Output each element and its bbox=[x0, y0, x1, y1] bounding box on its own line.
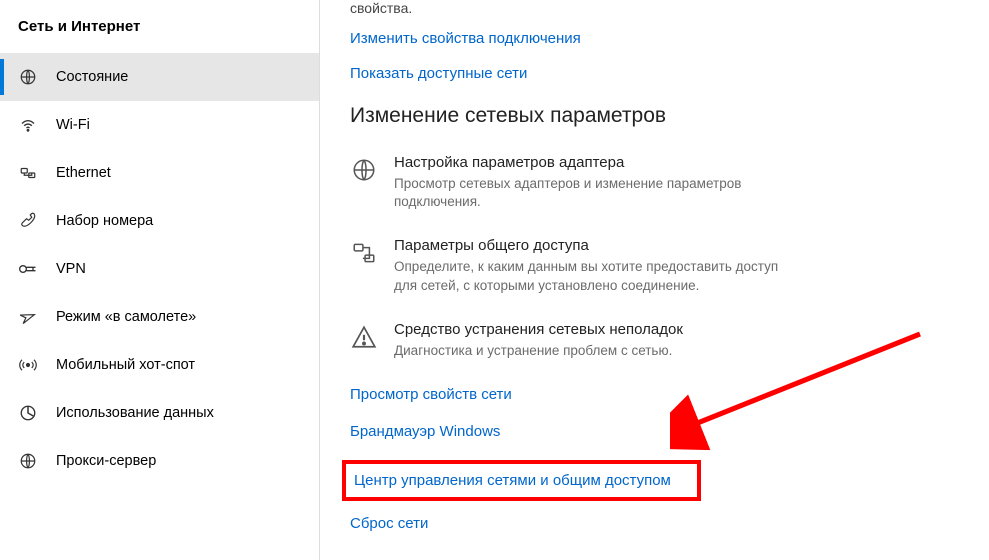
link-view-network-props[interactable]: Просмотр свойств сети bbox=[350, 386, 959, 403]
link-show-available-networks[interactable]: Показать доступные сети bbox=[350, 65, 959, 82]
content: свойства. Изменить свойства подключения … bbox=[320, 0, 989, 560]
sidebar-item-label: Режим «в самолете» bbox=[56, 309, 196, 325]
option-sharing-settings[interactable]: Параметры общего доступа Определите, к к… bbox=[350, 237, 959, 294]
sidebar-item-status[interactable]: Состояние bbox=[0, 53, 319, 101]
sidebar-title: Сеть и Интернет bbox=[0, 18, 319, 53]
hotspot-icon bbox=[18, 355, 38, 375]
sidebar-item-label: Использование данных bbox=[56, 405, 214, 421]
sidebar: Сеть и Интернет Состояние Wi-Fi bbox=[0, 0, 320, 560]
sidebar-item-airplane[interactable]: Режим «в самолете» bbox=[0, 293, 319, 341]
link-network-reset[interactable]: Сброс сети bbox=[350, 515, 959, 532]
sidebar-item-label: Ethernet bbox=[56, 165, 111, 181]
vpn-icon bbox=[18, 259, 38, 279]
sidebar-item-wifi[interactable]: Wi-Fi bbox=[0, 101, 319, 149]
data-usage-icon bbox=[18, 403, 38, 423]
sidebar-item-label: VPN bbox=[56, 261, 86, 277]
link-change-connection-props[interactable]: Изменить свойства подключения bbox=[350, 30, 959, 47]
sidebar-item-label: Прокси-сервер bbox=[56, 453, 156, 469]
link-network-sharing-center[interactable]: Центр управления сетями и общим доступом bbox=[354, 472, 671, 489]
wifi-icon bbox=[18, 115, 38, 135]
sidebar-item-ethernet[interactable]: Ethernet bbox=[0, 149, 319, 197]
truncated-text: свойства. bbox=[350, 0, 959, 16]
option-desc: Определите, к каким данным вы хотите пре… bbox=[394, 258, 794, 294]
option-desc: Просмотр сетевых адаптеров и изменение п… bbox=[394, 175, 794, 211]
option-troubleshoot[interactable]: Средство устранения сетевых неполадок Ди… bbox=[350, 321, 959, 360]
sidebar-item-vpn[interactable]: VPN bbox=[0, 245, 319, 293]
option-title: Настройка параметров адаптера bbox=[394, 154, 794, 171]
sidebar-item-proxy[interactable]: Прокси-сервер bbox=[0, 437, 319, 485]
sidebar-item-dialup[interactable]: Набор номера bbox=[0, 197, 319, 245]
adapter-icon bbox=[350, 156, 378, 184]
proxy-icon bbox=[18, 451, 38, 471]
option-title: Средство устранения сетевых неполадок bbox=[394, 321, 683, 338]
bottom-links: Просмотр свойств сети Брандмауэр Windows… bbox=[350, 386, 959, 532]
section-heading: Изменение сетевых параметров bbox=[350, 104, 959, 128]
globe-icon bbox=[18, 67, 38, 87]
option-adapter-settings[interactable]: Настройка параметров адаптера Просмотр с… bbox=[350, 154, 959, 211]
ethernet-icon bbox=[18, 163, 38, 183]
sidebar-item-label: Wi-Fi bbox=[56, 117, 90, 133]
sidebar-item-label: Мобильный хот-спот bbox=[56, 357, 195, 373]
dialup-icon bbox=[18, 211, 38, 231]
option-desc: Диагностика и устранение проблем с сетью… bbox=[394, 342, 683, 360]
sidebar-item-label: Состояние bbox=[56, 69, 128, 85]
link-windows-firewall[interactable]: Брандмауэр Windows bbox=[350, 423, 959, 440]
sidebar-item-hotspot[interactable]: Мобильный хот-спот bbox=[0, 341, 319, 389]
sharing-icon bbox=[350, 239, 378, 267]
airplane-icon bbox=[18, 307, 38, 327]
troubleshoot-icon bbox=[350, 323, 378, 351]
annotation-highlight: Центр управления сетями и общим доступом bbox=[342, 460, 701, 501]
sidebar-item-datausage[interactable]: Использование данных bbox=[0, 389, 319, 437]
option-title: Параметры общего доступа bbox=[394, 237, 794, 254]
sidebar-item-label: Набор номера bbox=[56, 213, 153, 229]
